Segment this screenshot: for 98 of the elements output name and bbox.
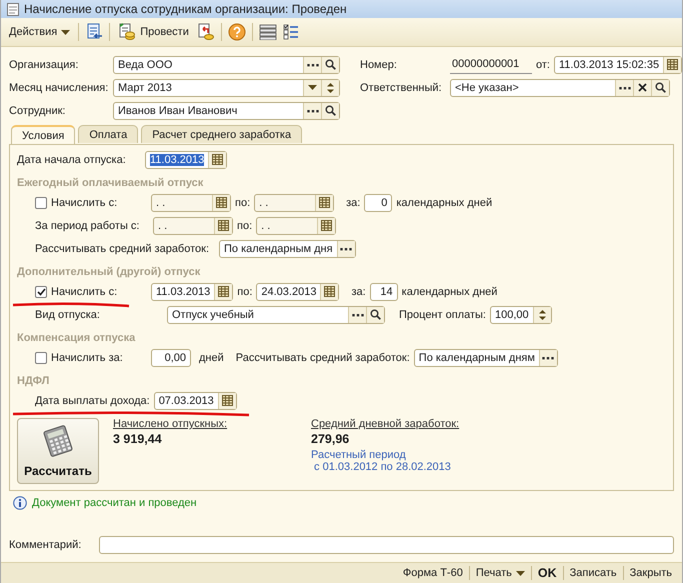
field-label: Дата начала отпуска: xyxy=(17,154,127,166)
result-label: Начислено отпускных: xyxy=(113,418,228,430)
more-icon[interactable] xyxy=(352,312,364,316)
field-label: Дата выплаты дохода: xyxy=(35,394,150,406)
period-link[interactable]: Расчетный период xyxy=(311,449,460,461)
result-value: 3 919,44 xyxy=(113,432,163,446)
organization-field[interactable]: Веда ООО xyxy=(113,56,340,74)
more-icon[interactable] xyxy=(340,246,352,250)
checkbox-label: Начислить с: xyxy=(51,286,118,298)
calendar-icon[interactable] xyxy=(218,286,230,297)
footer-button[interactable]: Закрыть xyxy=(624,567,678,579)
employee-field[interactable]: Иванов Иван Иванович xyxy=(113,102,340,120)
more-icon[interactable] xyxy=(306,108,318,112)
unit-label: дней xyxy=(199,352,224,364)
field-label: Сотрудник: xyxy=(9,104,66,116)
field-label: Ответственный: xyxy=(360,82,443,94)
field-label: Процент оплаты: xyxy=(399,308,486,320)
field-label: за: xyxy=(346,196,360,208)
field-label: Номер: xyxy=(360,58,398,70)
result-label: Средний дневной заработок: xyxy=(311,418,460,430)
checklist-icon[interactable] xyxy=(282,24,299,40)
field-label: Рассчитывать средний заработок: xyxy=(236,352,410,364)
calculate-button[interactable]: Рассчитать xyxy=(17,418,99,484)
document-coins-icon xyxy=(118,23,136,41)
spinner-icon[interactable] xyxy=(538,308,546,320)
number-field[interactable]: 00000000001 xyxy=(450,56,532,74)
tab[interactable]: Оплата xyxy=(78,125,138,143)
calendar-icon[interactable] xyxy=(218,220,229,231)
unit-label: календарных дней xyxy=(402,286,498,298)
unit-label: календарных дней xyxy=(396,196,492,208)
more-icon[interactable] xyxy=(542,356,554,360)
document-icon xyxy=(7,2,19,16)
more-icon[interactable] xyxy=(618,86,630,90)
spinner-icon[interactable] xyxy=(327,82,334,94)
section-title: Компенсация отпуска xyxy=(17,330,136,346)
tab[interactable]: Расчет среднего заработка xyxy=(141,125,302,143)
start-date-field[interactable]: 11.03.2013 xyxy=(145,150,228,168)
field-label: Комментарий: xyxy=(9,539,82,551)
calendar-icon[interactable] xyxy=(324,286,336,297)
section-title: НДФЛ xyxy=(17,374,50,388)
calendar-icon[interactable] xyxy=(321,220,332,231)
field-label: от: xyxy=(536,58,550,70)
result-value: 279,96 xyxy=(311,432,350,446)
month-field[interactable]: Март 2013 xyxy=(113,78,340,96)
checkbox-label: Начислить с: xyxy=(51,196,118,208)
dropdown-icon[interactable] xyxy=(516,570,525,576)
print-menu[interactable]: Печать xyxy=(470,567,531,579)
dropdown-icon[interactable] xyxy=(308,85,317,90)
clear-icon[interactable] xyxy=(638,83,647,92)
field-label: по: xyxy=(237,220,252,232)
table-icon[interactable] xyxy=(258,24,277,40)
comment-field[interactable] xyxy=(99,536,674,554)
calendar-icon[interactable] xyxy=(212,154,224,165)
section-title: Дополнительный (другой) отпуск xyxy=(17,264,202,280)
date-field[interactable]: 11.03.2013 15:02:35 xyxy=(554,56,682,74)
checkbox[interactable] xyxy=(35,286,47,298)
field-label: Месяц начисления: xyxy=(9,82,109,94)
calendar-icon[interactable] xyxy=(222,395,233,406)
post-button[interactable]: Провести xyxy=(116,22,191,42)
search-icon[interactable] xyxy=(325,59,336,70)
date-field[interactable]: 24.03.2013 xyxy=(256,282,340,300)
field-label: Вид отпуска: xyxy=(35,308,101,320)
dropdown-icon[interactable] xyxy=(61,30,70,34)
field-label: Организация: xyxy=(9,58,80,70)
field-label: по: xyxy=(237,286,252,298)
field-label: Рассчитывать средний заработок: xyxy=(35,242,210,254)
search-icon[interactable] xyxy=(325,105,336,116)
ok-button[interactable]: OK xyxy=(532,566,563,580)
percent-field[interactable]: 100,00 xyxy=(490,306,552,324)
field-label: по: xyxy=(235,196,250,208)
days-field[interactable]: 14 xyxy=(370,282,398,300)
search-icon[interactable] xyxy=(370,309,381,320)
window-title: Начисление отпуска сотрудникам организации: Проведен xyxy=(24,2,347,16)
date-field[interactable]: 07.03.2013 xyxy=(154,392,237,410)
document-arrow-icon[interactable] xyxy=(85,23,104,41)
document-undo-icon[interactable] xyxy=(196,23,215,41)
field-label: За период работы с: xyxy=(35,220,140,232)
footer-button[interactable]: Форма Т-60 xyxy=(396,567,469,579)
checkbox[interactable] xyxy=(35,352,47,364)
calendar-icon[interactable] xyxy=(319,197,330,208)
responsible-field[interactable]: <Не указан> xyxy=(450,78,670,96)
search-icon[interactable] xyxy=(655,82,666,93)
actions-menu[interactable]: Действия xyxy=(7,25,72,39)
section-title: Ежегодный оплачиваемый отпуск xyxy=(17,176,204,190)
help-icon[interactable] xyxy=(228,23,246,41)
calculation-method-field[interactable]: По календарным дням xyxy=(414,348,558,366)
info-icon xyxy=(13,496,27,510)
info-message: Документ рассчитан и проведен xyxy=(32,497,197,509)
date-field[interactable]: 11.03.2013 xyxy=(151,282,234,300)
checkbox-label: Начислить за: xyxy=(51,352,124,364)
field-label: за: xyxy=(351,286,366,298)
footer-button[interactable]: Записать xyxy=(564,567,623,579)
more-icon[interactable] xyxy=(306,62,318,66)
calendar-icon[interactable] xyxy=(667,59,678,70)
days-field[interactable]: 0,00 xyxy=(151,348,191,366)
tab[interactable]: Условия xyxy=(11,125,76,145)
leave-type-field[interactable]: Отпуск учебный xyxy=(167,306,385,324)
period-link[interactable]: с 01.03.2012 по 28.02.2013 xyxy=(311,461,460,473)
